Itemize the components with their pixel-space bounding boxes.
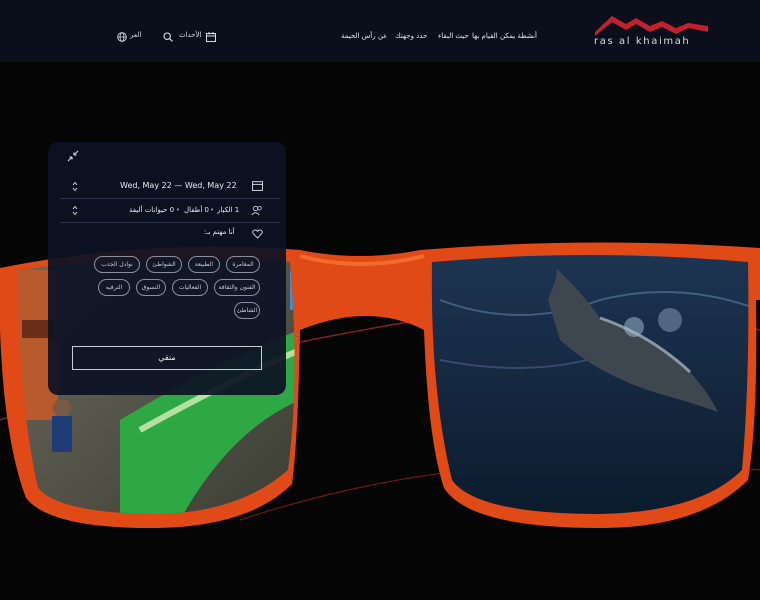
chip-beaches[interactable]: الشواطئ	[146, 256, 182, 273]
nav-things-to-do[interactable]: أنشطة يمكن القيام بها	[472, 32, 537, 40]
chip-shopping[interactable]: التسوق	[136, 279, 166, 296]
guests-children[interactable]: 0 أطفال	[184, 206, 209, 214]
nav-where-to-stay[interactable]: حيث البقاء	[438, 32, 469, 40]
collapse-icon[interactable]	[67, 150, 79, 162]
language-selector[interactable]: العر	[130, 31, 141, 39]
chip-events[interactable]: الفعاليات	[172, 279, 208, 296]
separator-dot: •	[176, 206, 181, 214]
calendar-icon[interactable]	[206, 32, 216, 42]
divider	[60, 222, 280, 223]
nav-about-rak[interactable]: عن رأس الخيمة	[341, 32, 387, 40]
guests-pets[interactable]: 0 حيوانات أليفة	[129, 206, 174, 214]
chevron-updown-icon[interactable]	[72, 181, 78, 192]
divider	[60, 198, 280, 199]
calendar-icon	[252, 181, 263, 191]
chip-beach[interactable]: الشاطئ	[234, 302, 260, 319]
chip-adventure[interactable]: المغامرة	[226, 256, 260, 273]
heart-icon	[252, 229, 263, 239]
chip-entertainment[interactable]: الترفيه	[98, 279, 130, 296]
search-icon[interactable]	[163, 32, 173, 42]
nav-plan-your-trip[interactable]: حدد وجهتك	[395, 32, 427, 40]
page: ras al khaimah أنشطة يمكن القيام بها حيث…	[0, 0, 760, 600]
logo-wordmark[interactable]: ras al khaimah	[594, 36, 690, 47]
chip-attractions[interactable]: نوادل الجذب	[94, 256, 140, 273]
filter-button[interactable]: منقي	[72, 346, 262, 370]
chevron-updown-icon[interactable]	[72, 205, 78, 216]
chip-arts-culture[interactable]: الفنون والثقافة	[214, 279, 260, 296]
separator-dot: •	[210, 206, 215, 214]
guests-adults[interactable]: 1 الكبار	[217, 206, 239, 214]
date-range[interactable]: Wed, May 22 — Wed, May 22	[120, 181, 237, 190]
globe-icon[interactable]	[117, 32, 127, 42]
events-link[interactable]: الأحداث	[179, 31, 201, 39]
chip-nature[interactable]: الطبيعة	[188, 256, 220, 273]
site-header: ras al khaimah أنشطة يمكن القيام بها حيث…	[0, 0, 760, 62]
users-icon	[251, 205, 262, 216]
interest-label: أنا مهتم بـ:	[204, 228, 235, 236]
